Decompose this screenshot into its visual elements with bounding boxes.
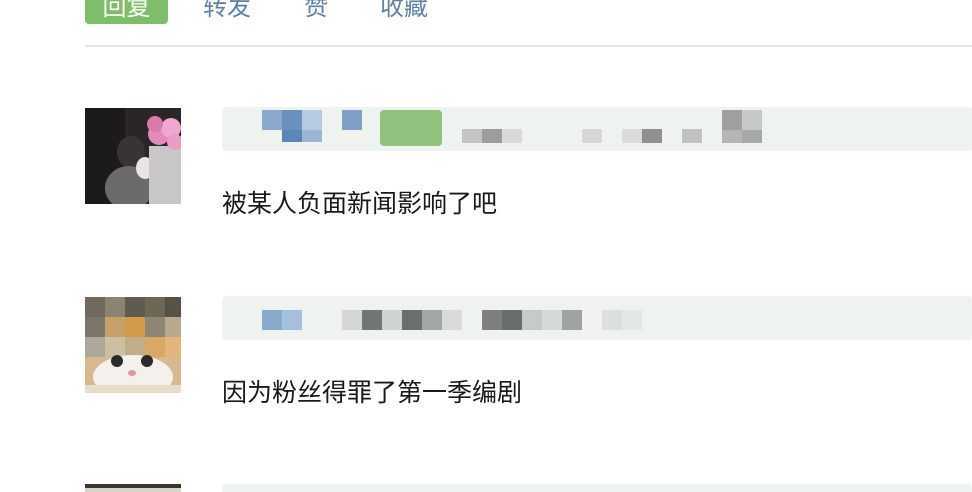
avatar-image bbox=[85, 108, 181, 204]
username-mosaic[interactable] bbox=[222, 107, 972, 151]
username-mosaic[interactable] bbox=[222, 484, 972, 492]
comment-item: 被某人负面新闻影响了吧 bbox=[0, 107, 972, 237]
username-mosaic[interactable] bbox=[222, 296, 972, 340]
comment-text: 因为粉丝得罪了第一季编剧 bbox=[222, 378, 523, 407]
post-action-bar: 回复 转发 赞 收藏 bbox=[0, 0, 972, 46]
avatar-image bbox=[85, 297, 181, 393]
user-avatar[interactable] bbox=[85, 297, 181, 393]
like-button[interactable]: 赞 bbox=[304, 0, 328, 24]
user-avatar[interactable] bbox=[85, 484, 181, 492]
comment-thread-page: 回复 转发 赞 收藏 被某人负面新闻影响了吧 因为粉丝得罪了第一季编剧 bbox=[0, 0, 972, 492]
favorite-button[interactable]: 收藏 bbox=[380, 0, 428, 24]
comment-item: 因为粉丝得罪了第一季编剧 bbox=[0, 296, 972, 426]
forward-button[interactable]: 转发 bbox=[203, 0, 251, 24]
avatar-image bbox=[85, 484, 181, 492]
action-bar-divider bbox=[85, 45, 972, 47]
comment-text: 被某人负面新闻影响了吧 bbox=[222, 189, 498, 218]
comment-item bbox=[0, 484, 972, 492]
user-avatar[interactable] bbox=[85, 108, 181, 204]
reply-button[interactable]: 回复 bbox=[85, 0, 168, 24]
